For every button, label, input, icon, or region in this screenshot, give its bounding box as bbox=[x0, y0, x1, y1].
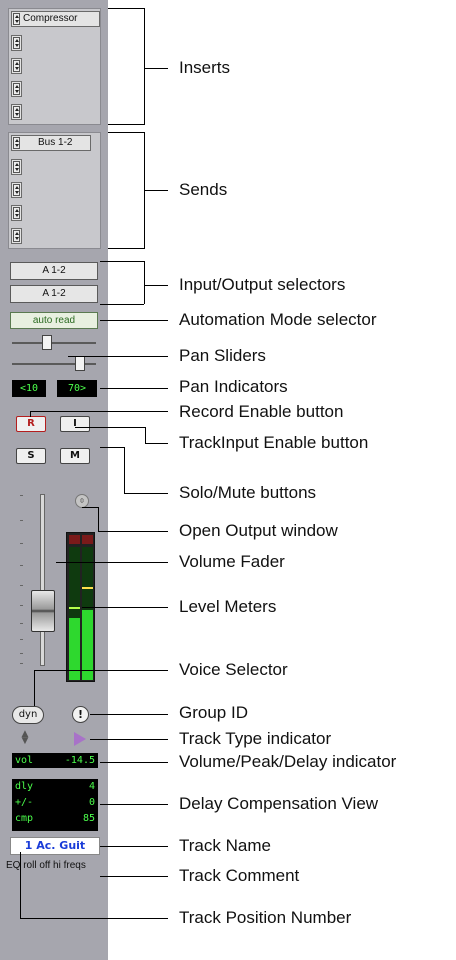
input-selector[interactable]: A 1-2 bbox=[10, 262, 98, 280]
output-selector[interactable]: A 1-2 bbox=[10, 285, 98, 303]
callout-track-position-number: Track Position Number bbox=[179, 908, 352, 927]
group-id-button[interactable]: ! bbox=[72, 706, 89, 723]
volume-peak-delay-indicator[interactable]: vol -14.5 bbox=[12, 753, 98, 768]
delay-row-value: 4 bbox=[88, 781, 95, 792]
delay-row-value: 0 bbox=[88, 797, 95, 808]
track-input-enable-button[interactable]: I bbox=[60, 416, 90, 432]
callout-record-enable: Record Enable button bbox=[179, 402, 344, 421]
pan-indicator-right: 70> bbox=[57, 380, 97, 397]
callout-track-name: Track Name bbox=[179, 836, 271, 855]
callout-group-id: Group ID bbox=[179, 703, 248, 722]
updown-arrows-icon bbox=[13, 83, 20, 95]
sends-section: Bus 1-2 bbox=[8, 132, 101, 249]
send-slot-b[interactable] bbox=[11, 159, 22, 175]
callout-volume-peak-delay: Volume/Peak/Delay indicator bbox=[179, 752, 397, 771]
send-slot-e[interactable] bbox=[11, 228, 22, 244]
callout-output-window: Open Output window bbox=[179, 521, 338, 540]
clip-indicator-right[interactable] bbox=[82, 535, 93, 544]
meter-right bbox=[82, 547, 93, 680]
pan-indicator-left: <10 bbox=[12, 380, 46, 397]
callout-sends: Sends bbox=[179, 180, 228, 199]
updown-arrows-icon bbox=[13, 230, 20, 242]
callout-automation-mode: Automation Mode selector bbox=[179, 310, 377, 329]
vol-label: vol bbox=[15, 755, 34, 766]
send-slot-a[interactable]: Bus 1-2 bbox=[11, 135, 91, 151]
callout-track-comment: Track Comment bbox=[179, 866, 300, 885]
mute-button[interactable]: M bbox=[60, 448, 90, 464]
callout-pan-sliders: Pan Sliders bbox=[179, 346, 266, 365]
callout-level-meters: Level Meters bbox=[179, 597, 277, 616]
updown-arrows-icon bbox=[13, 106, 20, 118]
inserts-section: Compressor bbox=[8, 8, 101, 125]
callout-inserts: Inserts bbox=[179, 58, 231, 77]
updown-arrows-icon bbox=[13, 207, 20, 219]
callout-volume-fader: Volume Fader bbox=[179, 552, 285, 571]
vol-value: -14.5 bbox=[64, 755, 95, 766]
insert-slot-d[interactable] bbox=[11, 81, 22, 97]
voice-selector[interactable]: dyn bbox=[12, 706, 44, 724]
pan-slider-left-track bbox=[12, 342, 96, 344]
pan-slider-right-handle[interactable] bbox=[75, 356, 85, 371]
send-slot-c[interactable] bbox=[11, 182, 22, 198]
callout-track-type: Track Type indicator bbox=[179, 729, 332, 748]
track-type-indicator-icon bbox=[74, 732, 86, 746]
send-label: Bus 1-2 bbox=[38, 137, 73, 148]
callout-track-input-enable: TrackInput Enable button bbox=[179, 433, 369, 452]
insert-slot-b[interactable] bbox=[11, 35, 22, 51]
updown-arrows-icon bbox=[13, 60, 20, 72]
insert-slot-c[interactable] bbox=[11, 58, 22, 74]
delay-row-label: cmp bbox=[15, 813, 34, 824]
callout-solo-mute: Solo/Mute buttons bbox=[179, 483, 317, 502]
callout-voice-selector: Voice Selector bbox=[179, 660, 288, 679]
callout-delay-compensation: Delay Compensation View bbox=[179, 794, 379, 813]
mixer-strip: Compressor Bus 1-2 A 1-2 A 1-2 auto read… bbox=[0, 0, 108, 960]
open-output-window-icon[interactable]: ⌽ bbox=[75, 494, 89, 508]
track-name[interactable]: 1 Ac. Guit bbox=[10, 837, 100, 855]
volume-fader-handle[interactable] bbox=[31, 590, 55, 632]
volume-fader-track bbox=[40, 494, 45, 666]
send-slot-d[interactable] bbox=[11, 205, 22, 221]
updown-arrows-icon bbox=[13, 13, 20, 25]
automation-mode-selector[interactable]: auto read bbox=[10, 312, 98, 329]
fader-scale bbox=[20, 495, 24, 665]
delay-row-label: +/- bbox=[15, 797, 34, 808]
clip-indicator-left[interactable] bbox=[69, 535, 80, 544]
callout-pan-indicators: Pan Indicators bbox=[179, 377, 288, 396]
callout-io-selectors: Input/Output selectors bbox=[179, 275, 346, 294]
insert-slot-e[interactable] bbox=[11, 104, 22, 120]
updown-arrows-icon bbox=[13, 137, 20, 149]
insert-label: Compressor bbox=[23, 13, 78, 24]
pan-slider-left-handle[interactable] bbox=[42, 335, 52, 350]
delay-row-value: 85 bbox=[82, 813, 95, 824]
updown-arrows-icon bbox=[13, 37, 20, 49]
meter-left bbox=[69, 547, 80, 680]
insert-slot-a[interactable]: Compressor bbox=[11, 11, 100, 27]
updown-arrows-icon bbox=[13, 161, 20, 173]
delay-row-label: dly bbox=[15, 781, 34, 792]
updown-arrows-icon bbox=[13, 184, 20, 196]
delay-compensation-view: dly 4 +/- 0 cmp 85 bbox=[12, 779, 98, 831]
record-enable-button[interactable]: R bbox=[16, 416, 46, 432]
solo-button[interactable]: S bbox=[16, 448, 46, 464]
updown-arrows-icon[interactable]: ▲ ▼ bbox=[20, 730, 30, 746]
